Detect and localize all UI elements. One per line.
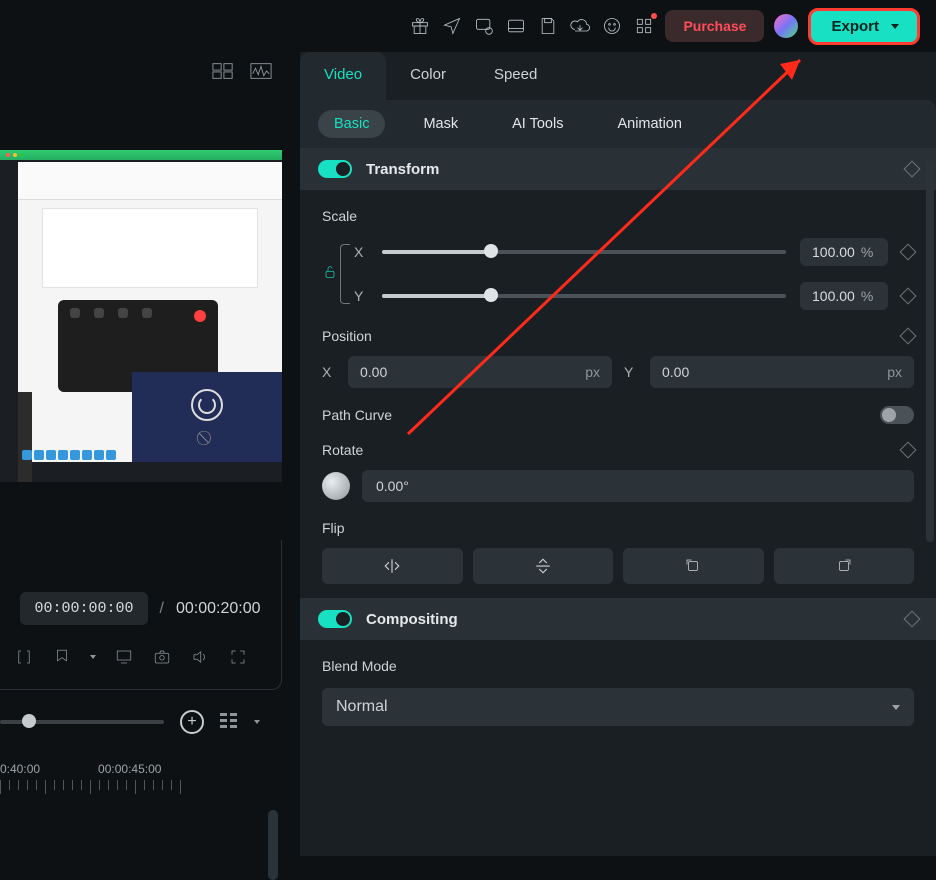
rotate-cw-button[interactable] (774, 548, 915, 584)
compositing-toggle[interactable] (318, 610, 352, 628)
subtab-animation[interactable]: Animation (601, 110, 697, 138)
position-label: Position (322, 328, 372, 344)
keyframe-diamond-icon[interactable] (900, 288, 917, 305)
rotate-ccw-button[interactable] (623, 548, 764, 584)
chevron-down-icon (892, 705, 900, 710)
total-time: 00:00:20:00 (176, 600, 261, 618)
top-toolbar: Purchase Export (0, 0, 936, 52)
axis-y-label: Y (354, 288, 368, 304)
tab-color[interactable]: Color (386, 52, 470, 100)
scale-x-slider[interactable] (382, 250, 786, 254)
chevron-down-icon (891, 24, 899, 29)
video-preview[interactable]: ⃠ (0, 150, 282, 482)
flip-vertical-button[interactable] (473, 548, 614, 584)
layout-icon[interactable] (505, 15, 527, 37)
time-separator: / (160, 600, 164, 618)
position-y-input[interactable]: 0.00px (650, 356, 914, 388)
keyframe-diamond-icon[interactable] (900, 328, 917, 345)
purchase-button[interactable]: Purchase (665, 10, 764, 42)
zoom-in-button[interactable]: + (180, 710, 204, 734)
scale-y-slider[interactable] (382, 294, 786, 298)
subtab-mask[interactable]: Mask (407, 110, 474, 138)
cloud-download-icon[interactable] (569, 15, 591, 37)
scale-x-input[interactable]: 100.00% (800, 238, 888, 266)
transform-title: Transform (366, 161, 439, 178)
preview-column: ⃠ 00:00:00:00 / 00:00:20:00 + 0:40:0000:… (0, 52, 282, 856)
timeline-ruler[interactable]: 0:40:0000:00:45:00 (0, 762, 280, 798)
marker-icon[interactable] (52, 647, 72, 667)
flip-label: Flip (322, 520, 345, 536)
inspector-panel: Video Color Speed Basic Mask AI Tools An… (300, 52, 936, 856)
pos-y-label: Y (624, 364, 638, 380)
waveform-thumbnail-icon[interactable] (250, 62, 272, 80)
transform-toggle[interactable] (318, 160, 352, 178)
link-bracket (340, 244, 350, 304)
path-curve-label: Path Curve (322, 407, 392, 423)
transform-body: Scale X 100.00% Y 100.00% Position X 0. (300, 190, 936, 592)
keyframe-diamond-icon[interactable] (900, 442, 917, 459)
panel-scrollbar[interactable] (926, 162, 934, 542)
fullscreen-icon[interactable] (228, 647, 248, 667)
keyframe-diamond-icon[interactable] (904, 161, 921, 178)
transform-section-header: Transform (300, 148, 936, 190)
timeline-controls: + (0, 702, 260, 742)
save-icon[interactable] (537, 15, 559, 37)
pos-x-label: X (322, 364, 336, 380)
message-timer-icon[interactable] (473, 15, 495, 37)
lock-aspect-icon[interactable] (322, 264, 338, 285)
brackets-icon[interactable] (14, 647, 34, 667)
blend-mode-select[interactable]: Normal (322, 688, 914, 726)
rotate-knob[interactable] (322, 472, 350, 500)
apps-grid-icon[interactable] (633, 15, 655, 37)
tab-video[interactable]: Video (300, 52, 386, 100)
chevron-down-icon[interactable] (90, 655, 96, 659)
rotate-input[interactable]: 0.00° (362, 470, 914, 502)
compositing-title: Compositing (366, 611, 458, 628)
position-x-input[interactable]: 0.00px (348, 356, 612, 388)
user-avatar[interactable] (774, 14, 798, 38)
keyframe-diamond-icon[interactable] (904, 611, 921, 628)
inspector-sub-tabs: Basic Mask AI Tools Animation (300, 100, 936, 148)
scale-label: Scale (322, 208, 914, 224)
subtab-ai-tools[interactable]: AI Tools (496, 110, 579, 138)
thumbnail-grid-icon[interactable] (212, 62, 234, 80)
vertical-scrollbar[interactable] (268, 810, 278, 880)
flip-horizontal-button[interactable] (322, 548, 463, 584)
display-icon[interactable] (114, 647, 134, 667)
transport-bar: 00:00:00:00 / 00:00:20:00 (0, 540, 282, 690)
scale-y-input[interactable]: 100.00% (800, 282, 888, 310)
axis-x-label: X (354, 244, 368, 260)
zoom-slider[interactable] (0, 720, 164, 724)
chevron-down-icon[interactable] (254, 720, 260, 724)
snapshot-icon[interactable] (152, 647, 172, 667)
gift-icon[interactable] (409, 15, 431, 37)
subtab-basic[interactable]: Basic (318, 110, 385, 138)
support-icon[interactable] (601, 15, 623, 37)
path-curve-toggle[interactable] (880, 406, 914, 424)
compositing-body: Blend Mode Normal (300, 640, 936, 734)
blend-mode-label: Blend Mode (322, 658, 914, 674)
volume-icon[interactable] (190, 647, 210, 667)
current-time[interactable]: 00:00:00:00 (20, 592, 147, 625)
keyframe-diamond-icon[interactable] (900, 244, 917, 261)
rotate-label: Rotate (322, 442, 363, 458)
inspector-main-tabs: Video Color Speed (300, 52, 936, 100)
export-button[interactable]: Export (808, 8, 920, 45)
tab-speed[interactable]: Speed (470, 52, 561, 100)
compositing-section-header: Compositing (300, 598, 936, 640)
send-icon[interactable] (441, 15, 463, 37)
track-style-icon[interactable] (220, 713, 238, 731)
